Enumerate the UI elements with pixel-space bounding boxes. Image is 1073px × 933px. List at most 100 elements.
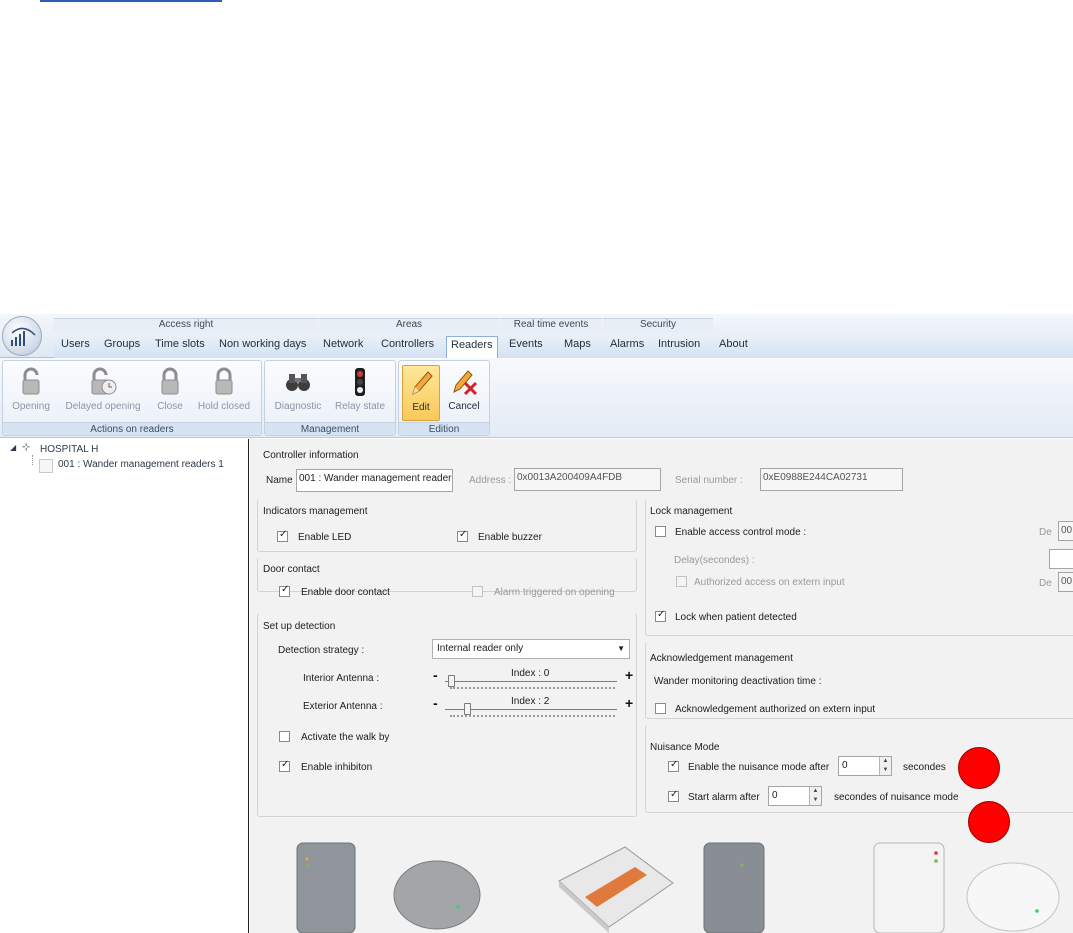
management-title: Management — [265, 422, 395, 435]
delay-input[interactable] — [1049, 549, 1073, 569]
start-alarm-label: Start alarm after — [688, 792, 760, 803]
enable-inhibition-label: Enable inhibiton — [301, 762, 373, 773]
spinner-arrows-icon[interactable]: ▲ ▼ — [809, 787, 821, 805]
opening-label: Opening — [12, 401, 50, 412]
wall-reader-dark-2-image — [703, 842, 765, 933]
close-button[interactable]: Close — [153, 367, 187, 412]
group-access-right: Access right — [54, 318, 318, 332]
unlocked-padlock-icon — [22, 367, 40, 395]
enable-nuisance-label: Enable the nuisance mode after — [688, 762, 830, 773]
nuisance-seconds-spinner[interactable]: 0 ▲ ▼ — [838, 756, 892, 776]
nuisance-seconds-value: 0 — [842, 760, 848, 771]
exterior-index-label: Index : 2 — [511, 696, 550, 707]
setup-detection-title: Set up detection — [263, 621, 336, 632]
opening-button[interactable]: Opening — [9, 367, 53, 412]
tree-connector — [32, 455, 33, 465]
tab-alarms[interactable]: Alarms — [610, 338, 644, 358]
dropdown-arrow-icon: ▼ — [617, 644, 625, 653]
enable-led-label: Enable LED — [298, 532, 352, 543]
tab-about[interactable]: About — [719, 338, 748, 358]
nuisance-seconds-unit: secondes — [903, 762, 946, 773]
cancel-edit-icon — [453, 370, 478, 396]
app-logo[interactable] — [2, 316, 42, 356]
interior-ticks — [450, 687, 615, 689]
ribbon: Opening Delayed opening Close Hold close… — [0, 358, 1073, 438]
enable-led-checkbox[interactable] — [277, 529, 288, 542]
tab-groups[interactable]: Groups — [104, 338, 140, 358]
reader-settings-panel: Controller information Name : 001 : Wand… — [250, 439, 1073, 933]
alarm-seconds-spinner[interactable]: 0 ▲ ▼ — [768, 786, 822, 806]
enable-nuisance-checkbox[interactable] — [668, 759, 679, 772]
actions-on-readers-title: Actions on readers — [3, 422, 261, 435]
controller-info-title: Controller information — [263, 450, 359, 461]
hold-closed-padlock-icon — [215, 367, 233, 395]
interior-minus-button[interactable]: - — [433, 668, 438, 682]
ack-extern-checkbox[interactable] — [655, 703, 666, 714]
detection-strategy-select[interactable]: Internal reader only ▼ — [432, 639, 630, 659]
delayed-opening-button[interactable]: Delayed opening — [61, 367, 145, 412]
alarm-on-opening-label: Alarm triggered on opening — [494, 587, 615, 598]
tab-readers[interactable]: Readers — [446, 336, 498, 358]
red-marker-1 — [958, 747, 1000, 789]
expand-arrow-icon[interactable]: ◢ — [10, 443, 16, 452]
name-input[interactable]: 001 : Wander management reader — [296, 469, 453, 492]
edit-label: Edit — [412, 402, 430, 413]
enable-door-contact-label: Enable door contact — [301, 587, 390, 598]
alarm-on-opening-checkbox[interactable] — [472, 586, 483, 597]
tab-non-working-days[interactable]: Non working days — [219, 338, 306, 358]
relay-state-button[interactable]: Relay state — [333, 367, 387, 412]
alarm-seconds-unit: secondes of nuisance mode — [834, 792, 959, 803]
tree-item-reader-001[interactable]: 001 : Wander management readers 1 — [58, 459, 224, 470]
binoculars-icon — [286, 374, 310, 391]
tree-root-hospital[interactable]: HOSPITAL H — [40, 444, 98, 455]
tab-maps[interactable]: Maps — [564, 338, 591, 358]
de-input-1[interactable]: 00 — [1058, 521, 1073, 541]
deactivation-time-label: Wander monitoring deactivation time : — [654, 676, 822, 687]
interior-slider-thumb[interactable] — [448, 675, 455, 687]
de-label-1: De — [1039, 527, 1052, 538]
clock-padlock-icon — [91, 367, 117, 395]
enable-buzzer-checkbox[interactable] — [457, 529, 468, 542]
walk-by-checkbox[interactable] — [279, 731, 290, 742]
delay-label: Delay(secondes) : — [674, 555, 755, 566]
indicators-fieldset — [257, 499, 637, 552]
de-input-2[interactable]: 00 — [1058, 572, 1073, 592]
wall-reader-white-image — [873, 842, 945, 933]
tab-time-slots[interactable]: Time slots — [155, 338, 205, 358]
spinner-arrows-icon[interactable]: ▲ ▼ — [879, 757, 891, 775]
cancel-button[interactable]: Cancel — [445, 367, 483, 412]
authorized-extern-checkbox[interactable] — [676, 576, 687, 587]
exterior-minus-button[interactable]: - — [433, 696, 438, 710]
hold-closed-label: Hold closed — [197, 401, 251, 412]
exterior-slider-thumb[interactable] — [464, 703, 471, 715]
app-window: Access right Areas Real time events Secu… — [0, 314, 1073, 933]
diagnostic-button[interactable]: Diagnostic — [270, 367, 326, 412]
exterior-antenna-label: Exterior Antenna : — [303, 701, 383, 712]
enable-buzzer-label: Enable buzzer — [478, 532, 542, 543]
start-alarm-checkbox[interactable] — [668, 789, 679, 802]
exterior-plus-button[interactable]: + — [625, 696, 633, 710]
interior-plus-button[interactable]: + — [625, 668, 633, 682]
group-areas: Areas — [319, 318, 499, 332]
hold-closed-button[interactable]: Hold closed — [193, 367, 255, 412]
tab-row: Users Groups Time slots Non working days… — [54, 334, 1073, 358]
traffic-light-icon — [355, 368, 365, 396]
name-label: Name : — [266, 475, 299, 486]
tab-controllers[interactable]: Controllers — [381, 338, 434, 358]
pencil-icon — [412, 371, 433, 395]
tab-users[interactable]: Users — [61, 338, 90, 358]
enable-inhibition-checkbox[interactable] — [279, 759, 290, 772]
interior-antenna-label: Interior Antenna : — [303, 673, 380, 684]
interior-antenna-slider[interactable] — [445, 681, 617, 682]
edit-button[interactable]: Edit — [402, 365, 440, 421]
access-control-mode-checkbox[interactable] — [655, 526, 666, 537]
tab-network[interactable]: Network — [323, 338, 363, 358]
tab-events[interactable]: Events — [509, 338, 543, 358]
diagnostic-label: Diagnostic — [274, 401, 322, 412]
tab-intrusion[interactable]: Intrusion — [658, 338, 700, 358]
lock-patient-checkbox[interactable] — [655, 609, 666, 622]
walk-by-label: Activate the walk by — [301, 732, 390, 743]
locked-padlock-icon — [161, 367, 179, 395]
enable-door-contact-checkbox[interactable] — [279, 584, 290, 597]
red-marker-2 — [968, 801, 1010, 843]
